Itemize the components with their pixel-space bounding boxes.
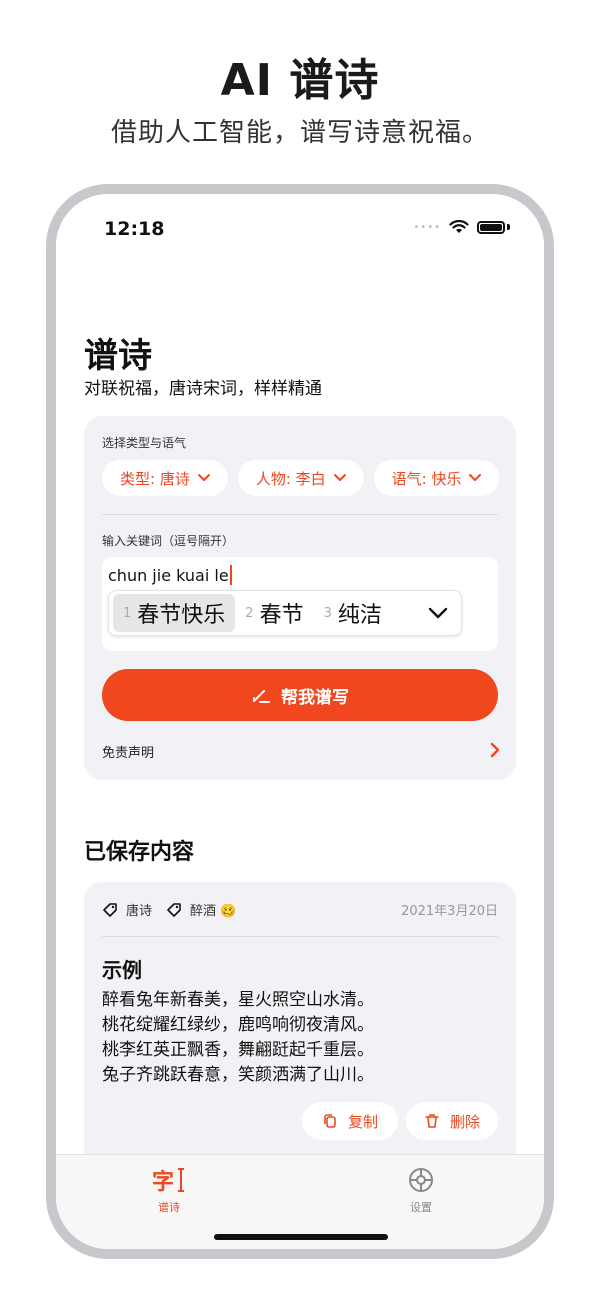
pen-icon — [253, 690, 270, 703]
tag-label: 醉酒 🥴 — [190, 904, 237, 919]
status-indicators: •••• — [413, 220, 510, 234]
signal-dots: •••• — [413, 221, 441, 233]
hero-title: AI 谱诗 — [220, 55, 380, 106]
chip-label: 语气: 快乐 — [391, 469, 462, 488]
tab-write[interactable]: 字 谱诗 — [152, 1165, 186, 1215]
compose-card: 选择类型与语气 类型: 唐诗 人物: 李白 语气: 快乐 输入关键词（逗号隔开） — [84, 416, 516, 780]
candidate-text: 春节快乐 — [137, 603, 226, 628]
poem-body: 醉看兔年新春美，星火照空山水清。 桃花绽耀红绿纱，鹿鸣响彻夜清风。 桃李红英正飘… — [102, 988, 374, 1088]
wifi-icon — [449, 220, 469, 233]
delete-button[interactable]: 删除 — [406, 1102, 498, 1140]
trash-icon — [425, 1114, 439, 1128]
ime-candidate[interactable]: 2 春节 — [235, 594, 313, 632]
type-section-label: 选择类型与语气 — [102, 436, 187, 450]
keyword-input[interactable]: chun jie kuai le 1 春节快乐 2 春节 3 纯洁 — [102, 557, 498, 651]
page-title: 谱诗 — [84, 336, 152, 376]
phone-frame: 12:18 •••• 谱诗 对联祝福，唐诗宋词，样样精通 选择类型与语气 类型:… — [46, 184, 554, 1259]
poem-line: 桃李红英正飘香，舞翩跹起千重层。 — [102, 1040, 374, 1060]
saved-date: 2021年3月20日 — [401, 904, 498, 919]
gear-icon — [409, 1168, 433, 1192]
divider — [102, 514, 498, 515]
tag-icon — [103, 902, 117, 917]
app-screen: 12:18 •••• 谱诗 对联祝福，唐诗宋词，样样精通 选择类型与语气 类型:… — [56, 194, 544, 1249]
copy-button-label: 复制 — [347, 1112, 378, 1131]
keyword-label: 输入关键词（逗号隔开） — [102, 534, 235, 548]
home-indicator — [214, 1234, 388, 1240]
ime-candidate[interactable]: 1 春节快乐 — [113, 594, 236, 632]
text-caret — [229, 565, 232, 585]
ime-candidate[interactable]: 3 纯洁 — [314, 594, 392, 632]
cursor-icon — [178, 1168, 185, 1192]
copy-button[interactable]: 复制 — [302, 1102, 398, 1140]
candidate-number: 2 — [245, 605, 254, 621]
candidate-text: 春节 — [259, 603, 304, 628]
chip-label: 类型: 唐诗 — [120, 469, 190, 488]
chevron-right-icon[interactable] — [490, 742, 500, 758]
chip-type[interactable]: 类型: 唐诗 — [102, 460, 228, 496]
tab-bar: 字 谱诗 设置 — [56, 1154, 544, 1249]
tag-row: 唐诗 醉酒 🥴 — [102, 900, 242, 919]
tab-settings[interactable]: 设置 — [406, 1165, 436, 1215]
delete-button-label: 删除 — [449, 1112, 480, 1131]
poem-line: 醉看兔年新春美，星火照空山水清。 — [102, 990, 374, 1010]
chip-row[interactable]: 类型: 唐诗 人物: 李白 语气: 快乐 — [102, 460, 500, 498]
chip-tone[interactable]: 语气: 快乐 — [373, 460, 500, 496]
poem-line: 桃花绽耀红绿纱，鹿鸣响彻夜清风。 — [102, 1015, 374, 1035]
tag: 醉酒 🥴 — [166, 900, 236, 919]
keyword-value: chun jie kuai le — [108, 566, 229, 585]
tag-label: 唐诗 — [126, 904, 153, 919]
poem-line: 兔子齐跳跃春意，笑颜洒满了山川。 — [102, 1065, 374, 1085]
tab-label: 谱诗 — [158, 1201, 180, 1214]
chevron-down-icon — [469, 474, 482, 481]
candidate-number: 3 — [323, 605, 332, 621]
status-time: 12:18 — [104, 218, 165, 240]
chevron-down-icon — [197, 474, 210, 481]
divider — [102, 936, 498, 937]
battery-icon — [477, 220, 505, 234]
tab-label: 设置 — [410, 1201, 432, 1214]
write-glyph: 字 — [152, 1170, 175, 1195]
candidate-text: 纯洁 — [337, 603, 382, 628]
chevron-down-icon — [333, 474, 346, 481]
saved-section-title: 已保存内容 — [84, 840, 195, 865]
battery-tip — [507, 224, 510, 230]
copy-icon — [324, 1114, 336, 1128]
chip-label: 人物: 李白 — [255, 469, 326, 488]
disclaimer-link[interactable]: 免责声明 — [102, 742, 154, 761]
tag: 唐诗 — [102, 900, 152, 919]
candidate-number: 1 — [123, 605, 132, 621]
compose-button-label: 帮我谱写 — [281, 687, 349, 708]
write-icon: 字 — [152, 1165, 186, 1195]
hero-subtitle: 借助人工智能，谱写诗意祝福。 — [110, 118, 489, 148]
chip-person[interactable]: 人物: 李白 — [237, 460, 364, 496]
keyword-input-text[interactable]: chun jie kuai le — [108, 565, 232, 585]
page-subtitle: 对联祝福，唐诗宋词，样样精通 — [84, 379, 322, 399]
compose-button[interactable]: 帮我谱写 — [102, 669, 498, 721]
poem-title: 示例 — [102, 958, 142, 982]
saved-item-card[interactable]: 唐诗 醉酒 🥴 2021年3月20日 示例 醉看兔年新春美，星火照空山水清。 桃… — [84, 882, 516, 1172]
tag-icon — [167, 902, 181, 917]
ime-candidate-bar: 1 春节快乐 2 春节 3 纯洁 — [108, 590, 462, 636]
chevron-down-icon[interactable] — [427, 606, 449, 620]
